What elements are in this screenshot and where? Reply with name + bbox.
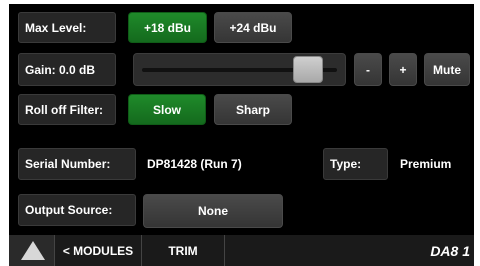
mute-button[interactable]: Mute <box>424 53 470 86</box>
home-button[interactable] <box>9 235 55 266</box>
roll-off-sharp-button[interactable]: Sharp <box>214 94 292 125</box>
roll-off-slow-button[interactable]: Slow <box>128 94 206 125</box>
gain-slider[interactable] <box>133 53 346 86</box>
roll-off-filter-label: Roll off Filter: <box>18 94 116 125</box>
gain-plus-button[interactable]: + <box>389 53 417 86</box>
nav-modules-button[interactable]: < MODULES <box>55 235 142 266</box>
max-level-24-button[interactable]: +24 dBu <box>214 12 292 43</box>
gain-minus-button[interactable]: - <box>354 53 382 86</box>
device-screen: Max Level: +18 dBu +24 dBu Gain: 0.0 dB … <box>9 4 474 266</box>
max-level-label: Max Level: <box>18 12 116 43</box>
output-source-select[interactable]: None <box>143 194 283 228</box>
serial-number-label: Serial Number: <box>18 148 136 180</box>
nav-trim-tab[interactable]: TRIM <box>142 235 225 266</box>
device-id-label: DA8 1 <box>430 243 470 259</box>
max-level-18-button[interactable]: +18 dBu <box>128 12 207 43</box>
output-source-label: Output Source: <box>18 194 136 226</box>
type-label: Type: <box>323 148 388 180</box>
gain-slider-thumb[interactable] <box>292 56 323 83</box>
serial-number-value: DP81428 (Run 7) <box>147 157 242 171</box>
bottom-nav-bar: < MODULES TRIM DA8 1 <box>9 235 474 266</box>
type-value: Premium <box>400 157 452 171</box>
gain-label: Gain: 0.0 dB <box>18 53 116 86</box>
home-triangle-icon <box>21 241 45 260</box>
